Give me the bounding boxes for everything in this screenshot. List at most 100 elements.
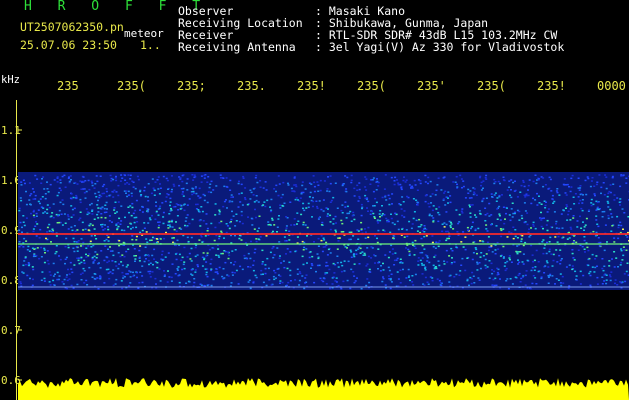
noise-pixel <box>120 280 123 282</box>
noise-pixel <box>471 226 474 228</box>
noise-pixel <box>193 176 196 179</box>
noise-pixel <box>448 281 451 283</box>
noise-pixel <box>93 255 96 258</box>
noise-pixel <box>556 261 559 263</box>
noise-pixel <box>581 245 584 248</box>
noise-pixel <box>32 209 35 212</box>
noise-pixel <box>175 221 177 223</box>
noise-pixel <box>41 178 43 180</box>
noise-pixel <box>497 180 500 183</box>
noise-pixel <box>530 202 533 205</box>
noise-pixel <box>402 201 405 203</box>
noise-pixel <box>603 265 606 267</box>
noise-pixel <box>18 229 21 231</box>
noise-pixel <box>506 189 509 191</box>
noise-pixel <box>625 177 628 179</box>
noise-pixel <box>153 237 156 240</box>
noise-pixel <box>381 196 384 199</box>
noise-pixel <box>25 240 28 242</box>
noise-pixel <box>252 264 255 266</box>
noise-pixel <box>622 228 624 230</box>
noise-pixel <box>546 211 549 213</box>
noise-pixel <box>390 213 392 215</box>
noise-pixel <box>619 185 622 188</box>
noise-pixel <box>188 252 191 255</box>
noise-pixel <box>490 245 493 247</box>
noise-pixel <box>179 208 182 210</box>
noise-pixel <box>582 221 584 223</box>
noise-pixel <box>322 237 325 239</box>
noise-pixel <box>394 252 397 254</box>
noise-pixel <box>95 196 98 198</box>
noise-pixel <box>68 278 71 280</box>
noise-pixel <box>511 283 514 285</box>
noise-pixel <box>117 222 120 224</box>
noise-pixel <box>73 250 76 253</box>
noise-pixel <box>456 186 459 188</box>
noise-pixel <box>18 207 21 210</box>
noise-pixel <box>558 194 561 196</box>
noise-pixel <box>105 188 108 190</box>
noise-pixel <box>134 187 137 190</box>
noise-pixel <box>174 273 177 275</box>
noise-pixel <box>59 201 62 204</box>
noise-pixel <box>35 212 38 215</box>
noise-pixel <box>57 214 60 217</box>
noise-pixel <box>433 256 436 258</box>
noise-pixel <box>201 265 204 267</box>
noise-pixel <box>124 216 126 219</box>
noise-pixel <box>394 176 397 179</box>
noise-pixel <box>556 188 559 190</box>
noise-pixel <box>601 276 604 278</box>
noise-pixel <box>296 273 299 275</box>
noise-pixel <box>590 198 593 201</box>
noise-pixel <box>369 271 372 273</box>
noise-pixel <box>127 194 130 196</box>
noise-pixel <box>31 284 34 287</box>
noise-pixel <box>32 214 35 217</box>
noise-pixel <box>545 224 548 226</box>
noise-pixel <box>294 250 297 253</box>
noise-pixel <box>375 181 378 183</box>
noise-pixel <box>561 275 564 278</box>
noise-pixel <box>397 184 400 186</box>
noise-pixel <box>29 204 32 206</box>
noise-pixel <box>176 269 179 271</box>
noise-pixel <box>502 245 505 248</box>
noise-pixel <box>129 282 132 284</box>
noise-pixel <box>275 184 278 187</box>
noise-pixel <box>147 255 150 257</box>
noise-pixel <box>382 229 385 231</box>
noise-pixel <box>80 256 83 259</box>
noise-pixel <box>34 225 37 227</box>
noise-pixel <box>617 237 620 240</box>
noise-pixel <box>32 278 34 281</box>
noise-pixel <box>510 208 513 210</box>
noise-pixel <box>427 283 430 285</box>
noise-pixel <box>577 249 580 251</box>
noise-pixel <box>253 251 256 254</box>
noise-pixel <box>509 258 511 261</box>
noise-pixel <box>320 239 323 242</box>
noise-pixel <box>452 181 455 183</box>
noise-pixel <box>366 197 369 199</box>
noise-pixel <box>390 281 393 283</box>
noise-pixel <box>353 281 356 284</box>
noise-pixel <box>303 246 306 249</box>
noise-pixel <box>304 277 307 279</box>
noise-pixel <box>595 255 598 257</box>
noise-pixel <box>141 229 144 232</box>
noise-pixel <box>392 235 395 237</box>
noise-pixel <box>523 194 526 196</box>
noise-pixel <box>203 284 206 287</box>
noise-pixel <box>491 272 494 275</box>
noise-pixel <box>584 224 587 226</box>
noise-pixel <box>237 206 240 208</box>
noise-pixel <box>548 241 551 243</box>
noise-pixel <box>427 202 430 205</box>
noise-pixel <box>39 228 42 231</box>
noise-pixel <box>430 215 433 217</box>
noise-pixel <box>132 212 135 215</box>
noise-pixel <box>367 226 370 229</box>
noise-pixel <box>312 200 315 203</box>
